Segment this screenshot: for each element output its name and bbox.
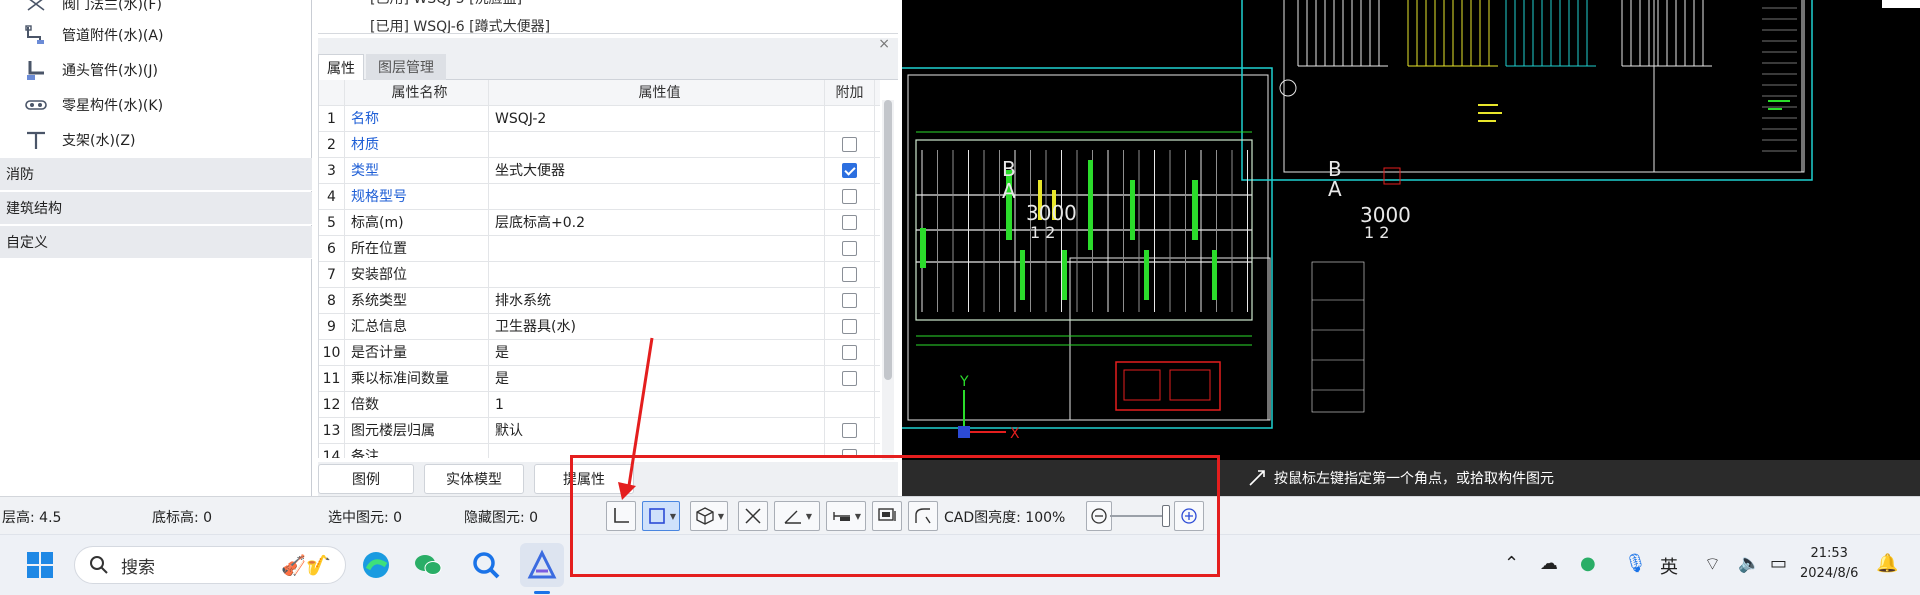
annotation-arrow <box>618 337 654 500</box>
